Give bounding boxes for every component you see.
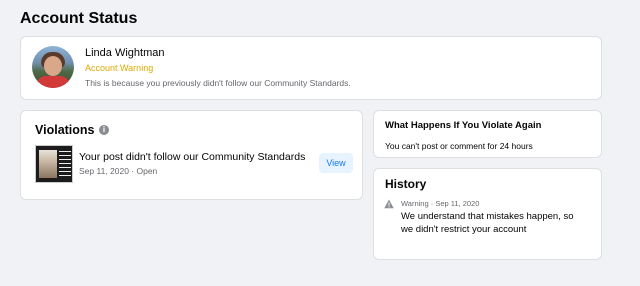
history-title: History	[385, 177, 427, 191]
account-status-label: Account Warning	[85, 63, 154, 73]
violation-meta: Sep 11, 2020 · Open	[79, 166, 158, 176]
account-status-description: This is because you previously didn't fo…	[85, 78, 351, 88]
account-card: Linda Wightman Account Warning This is b…	[20, 36, 602, 100]
account-name[interactable]: Linda Wightman	[85, 47, 165, 59]
page-title: Account Status	[20, 10, 138, 27]
warning-triangle-icon	[384, 199, 394, 209]
post-thumbnail[interactable]	[35, 145, 73, 183]
consequences-title: What Happens If You Violate Again	[385, 120, 542, 131]
violation-title[interactable]: Your post didn't follow our Community St…	[79, 151, 305, 163]
history-item-text: We understand that mistakes happen, so w…	[401, 210, 596, 236]
history-card: History Warning · Sep 11, 2020 We unders…	[373, 168, 602, 260]
violations-card: Violations i Your post didn't follow our…	[20, 110, 363, 200]
history-item-line-2: we didn't restrict your account	[401, 224, 527, 235]
avatar[interactable]	[32, 46, 74, 88]
history-item-meta: Warning · Sep 11, 2020	[401, 199, 480, 208]
consequences-card: What Happens If You Violate Again You ca…	[373, 110, 602, 158]
view-button[interactable]: View	[319, 153, 353, 173]
history-item-line-1: We understand that mistakes happen, so	[401, 211, 574, 222]
consequences-text: You can't post or comment for 24 hours	[385, 141, 533, 151]
info-icon[interactable]: i	[99, 125, 109, 135]
violations-title: Violations	[35, 123, 95, 137]
